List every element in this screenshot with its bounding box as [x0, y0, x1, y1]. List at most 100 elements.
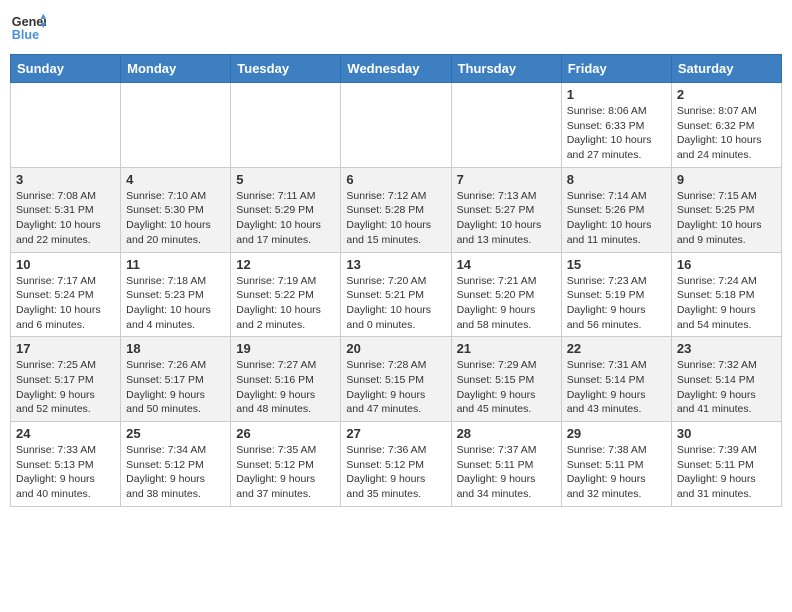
- weekday-header-sunday: Sunday: [11, 55, 121, 83]
- header: General Blue: [10, 10, 782, 46]
- day-number: 2: [677, 87, 776, 102]
- day-number: 5: [236, 172, 335, 187]
- day-number: 21: [457, 341, 556, 356]
- calendar-cell: 25 Sunrise: 7:34 AMSunset: 5:12 PMDayligh…: [121, 422, 231, 507]
- calendar-cell: 3 Sunrise: 7:08 AMSunset: 5:31 PMDaylight…: [11, 167, 121, 252]
- day-number: 23: [677, 341, 776, 356]
- calendar-cell: [341, 83, 451, 168]
- day-info: Sunrise: 7:32 AMSunset: 5:14 PMDaylight:…: [677, 358, 776, 417]
- day-number: 12: [236, 257, 335, 272]
- calendar-cell: 11 Sunrise: 7:18 AMSunset: 5:23 PMDayligh…: [121, 252, 231, 337]
- day-number: 7: [457, 172, 556, 187]
- day-info: Sunrise: 7:13 AMSunset: 5:27 PMDaylight:…: [457, 189, 556, 248]
- weekday-header-monday: Monday: [121, 55, 231, 83]
- day-info: Sunrise: 7:34 AMSunset: 5:12 PMDaylight:…: [126, 443, 225, 502]
- day-number: 17: [16, 341, 115, 356]
- day-info: Sunrise: 7:33 AMSunset: 5:13 PMDaylight:…: [16, 443, 115, 502]
- day-number: 29: [567, 426, 666, 441]
- calendar-cell: 14Sunrise: 7:21 AMSunset: 5:20 PMDayligh…: [451, 252, 561, 337]
- weekday-header-row: SundayMondayTuesdayWednesdayThursdayFrid…: [11, 55, 782, 83]
- weekday-header-thursday: Thursday: [451, 55, 561, 83]
- calendar-cell: 28 Sunrise: 7:37 AMSunset: 5:11 PMDayligh…: [451, 422, 561, 507]
- day-number: 25: [126, 426, 225, 441]
- day-info: Sunrise: 7:36 AMSunset: 5:12 PMDaylight:…: [346, 443, 445, 502]
- day-number: 4: [126, 172, 225, 187]
- calendar-cell: 6Sunrise: 7:12 AMSunset: 5:28 PMDaylight…: [341, 167, 451, 252]
- calendar-header: SundayMondayTuesdayWednesdayThursdayFrid…: [11, 55, 782, 83]
- day-info: Sunrise: 7:38 AMSunset: 5:11 PMDaylight:…: [567, 443, 666, 502]
- day-number: 8: [567, 172, 666, 187]
- day-info: Sunrise: 7:15 AMSunset: 5:25 PMDaylight:…: [677, 189, 776, 248]
- day-info: Sunrise: 7:23 AMSunset: 5:19 PMDaylight:…: [567, 274, 666, 333]
- calendar-cell: 16 Sunrise: 7:24 AMSunset: 5:18 PMDayligh…: [671, 252, 781, 337]
- day-number: 15: [567, 257, 666, 272]
- calendar-cell: 20Sunrise: 7:28 AMSunset: 5:15 PMDayligh…: [341, 337, 451, 422]
- day-number: 11: [126, 257, 225, 272]
- calendar-cell: 24Sunrise: 7:33 AMSunset: 5:13 PMDayligh…: [11, 422, 121, 507]
- calendar-cell: [121, 83, 231, 168]
- day-number: 30: [677, 426, 776, 441]
- calendar-cell: 4Sunrise: 7:10 AMSunset: 5:30 PMDaylight…: [121, 167, 231, 252]
- calendar-cell: 9 Sunrise: 7:15 AMSunset: 5:25 PMDaylight…: [671, 167, 781, 252]
- day-number: 19: [236, 341, 335, 356]
- calendar-cell: 5 Sunrise: 7:11 AMSunset: 5:29 PMDaylight…: [231, 167, 341, 252]
- svg-text:Blue: Blue: [12, 28, 39, 42]
- calendar-cell: [231, 83, 341, 168]
- day-number: 26: [236, 426, 335, 441]
- calendar-cell: 30 Sunrise: 7:39 AMSunset: 5:11 PMDayligh…: [671, 422, 781, 507]
- day-number: 1: [567, 87, 666, 102]
- day-number: 18: [126, 341, 225, 356]
- weekday-header-saturday: Saturday: [671, 55, 781, 83]
- logo: General Blue: [10, 10, 50, 46]
- day-info: Sunrise: 7:37 AMSunset: 5:11 PMDaylight:…: [457, 443, 556, 502]
- day-info: Sunrise: 7:25 AMSunset: 5:17 PMDaylight:…: [16, 358, 115, 417]
- day-info: Sunrise: 7:11 AMSunset: 5:29 PMDaylight:…: [236, 189, 335, 248]
- day-info: Sunrise: 7:18 AMSunset: 5:23 PMDaylight:…: [126, 274, 225, 333]
- calendar-cell: 21 Sunrise: 7:29 AMSunset: 5:15 PMDayligh…: [451, 337, 561, 422]
- calendar-cell: 8 Sunrise: 7:14 AMSunset: 5:26 PMDaylight…: [561, 167, 671, 252]
- day-info: Sunrise: 7:17 AMSunset: 5:24 PMDaylight:…: [16, 274, 115, 333]
- day-info: Sunrise: 7:08 AMSunset: 5:31 PMDaylight:…: [16, 189, 115, 248]
- day-info: Sunrise: 7:19 AMSunset: 5:22 PMDaylight:…: [236, 274, 335, 333]
- calendar-cell: 23 Sunrise: 7:32 AMSunset: 5:14 PMDayligh…: [671, 337, 781, 422]
- day-info: Sunrise: 7:27 AMSunset: 5:16 PMDaylight:…: [236, 358, 335, 417]
- day-number: 16: [677, 257, 776, 272]
- day-info: Sunrise: 7:31 AMSunset: 5:14 PMDaylight:…: [567, 358, 666, 417]
- day-info: Sunrise: 7:39 AMSunset: 5:11 PMDaylight:…: [677, 443, 776, 502]
- calendar-cell: 17 Sunrise: 7:25 AMSunset: 5:17 PMDayligh…: [11, 337, 121, 422]
- day-info: Sunrise: 7:14 AMSunset: 5:26 PMDaylight:…: [567, 189, 666, 248]
- week-row-3: 17 Sunrise: 7:25 AMSunset: 5:17 PMDayligh…: [11, 337, 782, 422]
- calendar-cell: 22 Sunrise: 7:31 AMSunset: 5:14 PMDayligh…: [561, 337, 671, 422]
- week-row-1: 3 Sunrise: 7:08 AMSunset: 5:31 PMDaylight…: [11, 167, 782, 252]
- weekday-header-tuesday: Tuesday: [231, 55, 341, 83]
- calendar-cell: 10 Sunrise: 7:17 AMSunset: 5:24 PMDayligh…: [11, 252, 121, 337]
- calendar-body: 1 Sunrise: 8:06 AMSunset: 6:33 PMDaylight…: [11, 83, 782, 507]
- calendar-cell: 12 Sunrise: 7:19 AMSunset: 5:22 PMDayligh…: [231, 252, 341, 337]
- day-info: Sunrise: 7:24 AMSunset: 5:18 PMDaylight:…: [677, 274, 776, 333]
- week-row-4: 24Sunrise: 7:33 AMSunset: 5:13 PMDayligh…: [11, 422, 782, 507]
- calendar-cell: 18Sunrise: 7:26 AMSunset: 5:17 PMDayligh…: [121, 337, 231, 422]
- day-number: 20: [346, 341, 445, 356]
- day-number: 28: [457, 426, 556, 441]
- day-info: Sunrise: 7:35 AMSunset: 5:12 PMDaylight:…: [236, 443, 335, 502]
- week-row-0: 1 Sunrise: 8:06 AMSunset: 6:33 PMDaylight…: [11, 83, 782, 168]
- day-info: Sunrise: 7:29 AMSunset: 5:15 PMDaylight:…: [457, 358, 556, 417]
- calendar-cell: 29 Sunrise: 7:38 AMSunset: 5:11 PMDayligh…: [561, 422, 671, 507]
- calendar-cell: 15 Sunrise: 7:23 AMSunset: 5:19 PMDayligh…: [561, 252, 671, 337]
- day-number: 3: [16, 172, 115, 187]
- calendar-table: SundayMondayTuesdayWednesdayThursdayFrid…: [10, 54, 782, 507]
- logo-icon: General Blue: [10, 10, 46, 46]
- calendar-cell: [451, 83, 561, 168]
- weekday-header-friday: Friday: [561, 55, 671, 83]
- day-info: Sunrise: 7:20 AMSunset: 5:21 PMDaylight:…: [346, 274, 445, 333]
- day-info: Sunrise: 7:21 AMSunset: 5:20 PMDaylight:…: [457, 274, 556, 333]
- calendar-cell: 27Sunrise: 7:36 AMSunset: 5:12 PMDayligh…: [341, 422, 451, 507]
- day-number: 9: [677, 172, 776, 187]
- day-info: Sunrise: 8:07 AMSunset: 6:32 PMDaylight:…: [677, 104, 776, 163]
- day-number: 10: [16, 257, 115, 272]
- day-number: 22: [567, 341, 666, 356]
- day-info: Sunrise: 8:06 AMSunset: 6:33 PMDaylight:…: [567, 104, 666, 163]
- day-number: 13: [346, 257, 445, 272]
- calendar-cell: [11, 83, 121, 168]
- day-info: Sunrise: 7:12 AMSunset: 5:28 PMDaylight:…: [346, 189, 445, 248]
